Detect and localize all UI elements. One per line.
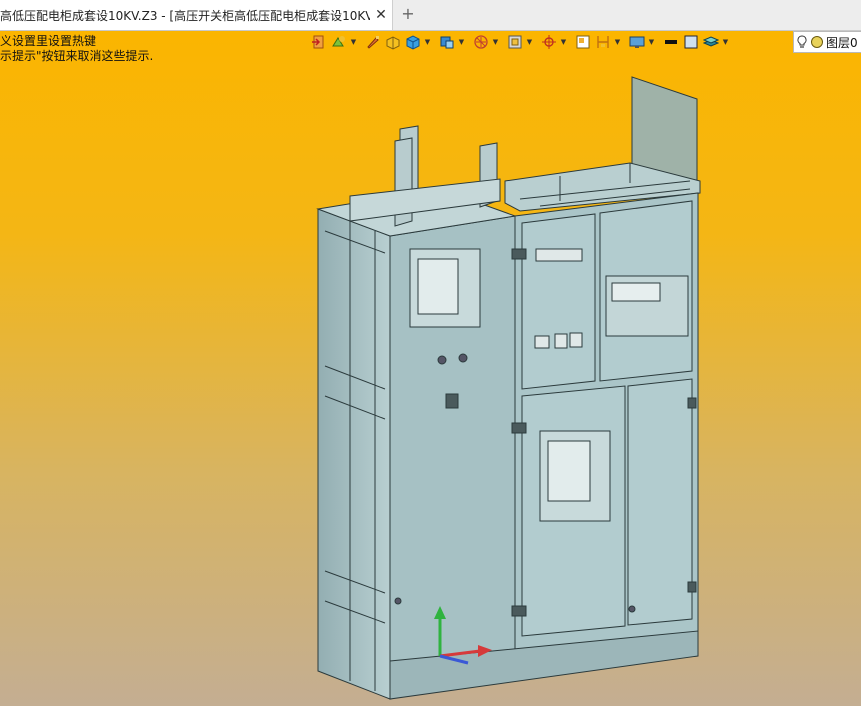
meter-small xyxy=(534,335,550,349)
upper-left-door[interactable] xyxy=(521,213,596,390)
meter-small xyxy=(554,333,568,349)
hinge xyxy=(511,605,527,617)
indicator-light xyxy=(458,353,468,363)
hinge xyxy=(687,397,697,409)
close-icon[interactable]: ✕ xyxy=(370,7,392,23)
document-tab[interactable]: 高低压配电柜成套设10KV.Z3 - [高压开关柜高低压配电柜成套设10KV] … xyxy=(0,0,393,30)
3d-viewport[interactable]: 义设置里设置热键 示提示"按钮来取消这些提示. ▼ ▼ ▼ ▼ ▼ ▼ ▼ ▼ … xyxy=(0,31,861,706)
document-tab-title: 高低压配电柜成套设10KV.Z3 - [高压开关柜高低压配电柜成套设10KV] xyxy=(0,8,370,23)
door-lock[interactable] xyxy=(394,597,402,605)
hinge xyxy=(511,248,527,260)
cabinet-3d-model[interactable] xyxy=(0,31,861,706)
indicator-light xyxy=(437,355,447,365)
meter-small xyxy=(569,332,583,348)
left-cabinet-side xyxy=(317,208,391,700)
selector-switch[interactable] xyxy=(445,393,459,409)
control-unit-display xyxy=(611,282,661,302)
lower-right-door[interactable] xyxy=(627,378,693,626)
breaker-face-lower xyxy=(547,440,591,502)
new-tab-button[interactable]: + xyxy=(398,4,418,24)
document-tab-bar: 高低压配电柜成套设10KV.Z3 - [高压开关柜高低压配电柜成套设10KV] … xyxy=(0,0,861,31)
breaker-face-upper xyxy=(417,258,459,315)
door-lock[interactable] xyxy=(628,605,636,613)
meter-strip xyxy=(535,248,583,262)
hinge xyxy=(511,422,527,434)
hinge xyxy=(687,581,697,593)
